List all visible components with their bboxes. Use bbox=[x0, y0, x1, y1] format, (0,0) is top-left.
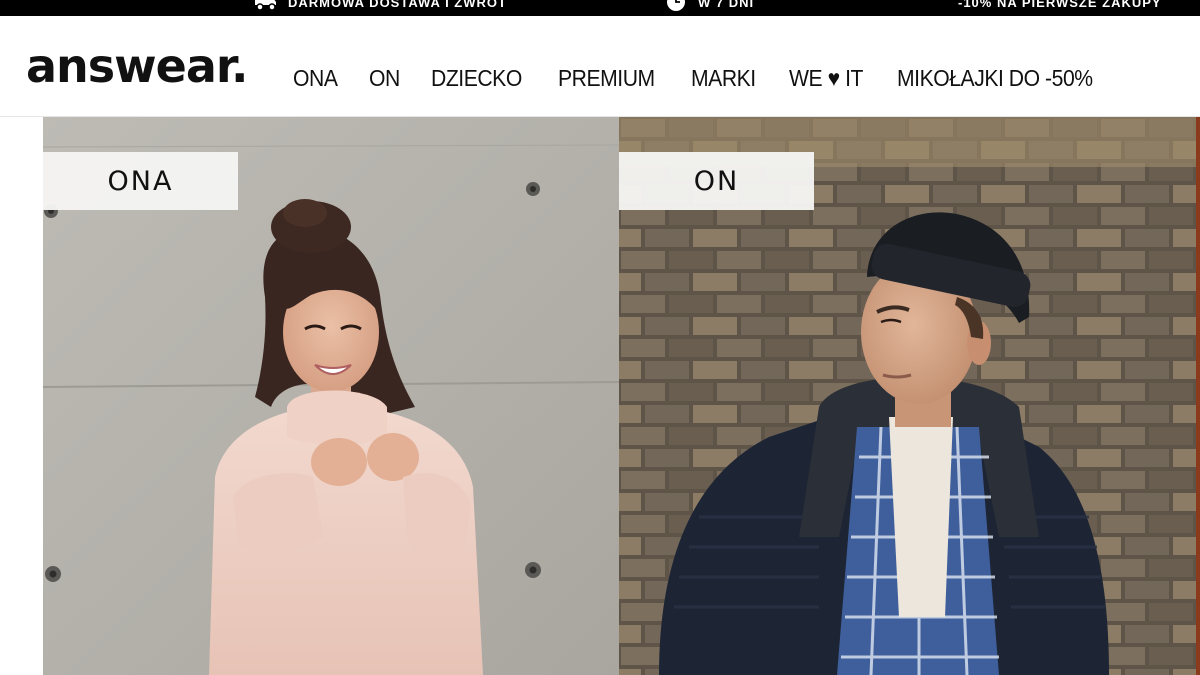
nav-item-mikolajki[interactable]: MIKOŁAJKI DO -50% bbox=[897, 65, 1093, 92]
next-panel-edge bbox=[1196, 117, 1200, 675]
promo-text: -10% NA PIERWSZE ZAKUPY bbox=[958, 0, 1162, 10]
nav-item-we-love-it[interactable]: WE ♥ IT bbox=[789, 65, 863, 92]
promo-item-delivery[interactable]: DARMOWA DOSTAWA I ZWROT bbox=[254, 0, 507, 12]
nav-item-on[interactable]: ON bbox=[369, 65, 400, 92]
nav-item-dziecko[interactable]: DZIECKO bbox=[431, 65, 522, 92]
hero-panel-on[interactable]: ON bbox=[619, 117, 1196, 675]
nav-item-marki[interactable]: MARKI bbox=[691, 65, 756, 92]
clock-icon bbox=[667, 0, 685, 11]
promo-bar: DARMOWA DOSTAWA I ZWROT W 7 DNI -10% NA … bbox=[0, 0, 1200, 16]
category-tag-on[interactable]: ON bbox=[619, 152, 814, 210]
category-tag-ona[interactable]: ONA bbox=[43, 152, 238, 210]
site-header: answear. ONA ON DZIECKO PREMIUM MARKI WE… bbox=[0, 16, 1200, 117]
hero-panel-ona[interactable]: ONA bbox=[43, 117, 619, 675]
promo-item-discount[interactable]: -10% NA PIERWSZE ZAKUPY bbox=[958, 0, 1162, 12]
main-nav: ONA ON DZIECKO PREMIUM MARKI WE ♥ IT MIK… bbox=[293, 60, 1138, 96]
promo-text: DARMOWA DOSTAWA I ZWROT bbox=[288, 0, 507, 10]
promo-text: W 7 DNI bbox=[698, 0, 755, 10]
truck-icon bbox=[255, 0, 276, 11]
promo-item-returns[interactable]: W 7 DNI bbox=[664, 0, 754, 12]
nav-item-premium[interactable]: PREMIUM bbox=[558, 65, 655, 92]
site-logo[interactable]: answear. bbox=[26, 40, 249, 92]
nav-item-ona[interactable]: ONA bbox=[293, 65, 338, 92]
